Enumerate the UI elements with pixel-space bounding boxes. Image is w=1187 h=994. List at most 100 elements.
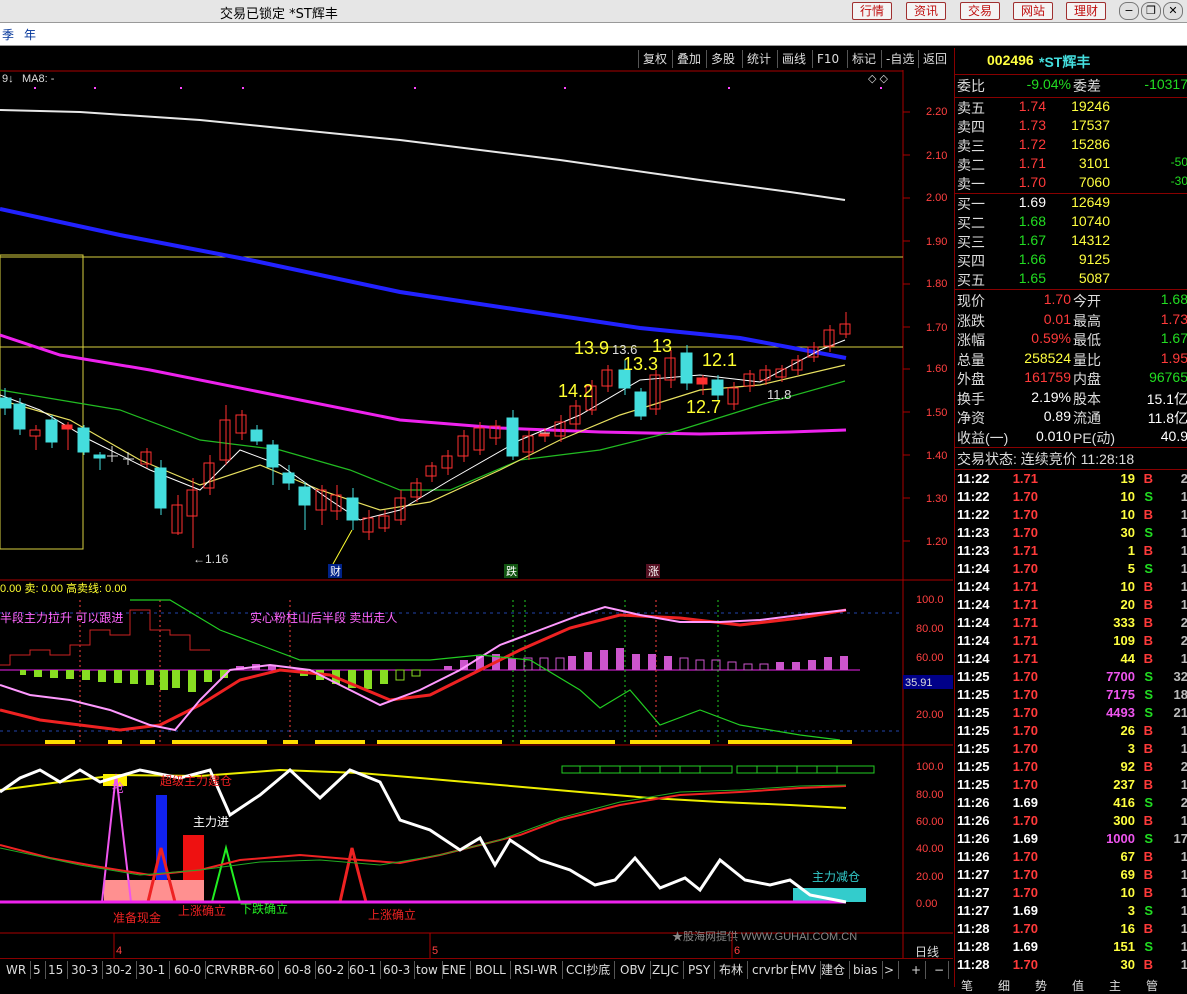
tick-row: 11:24 1.71 20 B 1 — [955, 597, 1187, 615]
trade-status: 交易状态: 连续竞价 11:28:18 — [957, 451, 1135, 467]
tick-side: S — [1144, 669, 1153, 684]
menu-season[interactable]: 季 — [2, 26, 14, 43]
ind1-text-1: 半段主力拉升 可以跟进 — [0, 610, 123, 625]
stat-value: 258524 — [1024, 349, 1071, 366]
tab-boll[interactable]: BOLL — [471, 961, 511, 979]
tab-crvrbr-60[interactable]: CRVRBR-60 — [202, 961, 280, 979]
tab-60-1[interactable]: 60-1 — [345, 961, 382, 979]
tick-volume: 16 — [1120, 921, 1135, 936]
stat-value: 1.73 — [1160, 310, 1187, 327]
panel-tab[interactable]: 势 — [1035, 977, 1047, 993]
zixun-button[interactable]: 资讯 — [906, 2, 947, 20]
event-cai: 财 — [330, 564, 341, 578]
tick-price: 1.71 — [1012, 471, 1038, 486]
tick-price: 1.71 — [1012, 579, 1038, 594]
stat-label: 涨幅 — [957, 332, 985, 348]
panel-tab[interactable]: 值 — [1072, 977, 1084, 993]
tick-price: 1.69 — [1012, 831, 1038, 846]
ask-volume: 7060 — [1078, 174, 1110, 190]
fanhui-button[interactable]: 返回 — [918, 50, 951, 68]
tab-60-8[interactable]: 60-8 — [280, 961, 317, 979]
jiaoyi-button[interactable]: 交易 — [960, 2, 1001, 20]
tick-price: 1.70 — [1012, 957, 1038, 972]
tab-zljc[interactable]: ZLJC — [648, 961, 684, 979]
bid-price: 1.66 — [1018, 251, 1046, 267]
tab-60-2[interactable]: 60-2 — [313, 961, 350, 979]
svg-text:1.20: 1.20 — [926, 536, 947, 548]
tongji-button[interactable]: 统计 — [742, 50, 775, 68]
tick-side: B — [1143, 471, 1153, 486]
menu-year[interactable]: 年 — [24, 26, 36, 43]
tick-count: 1 — [1180, 525, 1187, 540]
f10-button[interactable]: F10 — [812, 50, 843, 68]
biaoji-button[interactable]: 标记 — [847, 50, 880, 68]
bid-volume: 5087 — [1078, 270, 1110, 286]
tick-volume: 1000 — [1106, 831, 1135, 846]
hangqing-button[interactable]: 行情 — [852, 2, 893, 20]
stat-label: 今开 — [1073, 293, 1101, 309]
zixuan-button[interactable]: -自选 — [881, 50, 918, 68]
tick-count: 1 — [1180, 867, 1187, 882]
huaxian-button[interactable]: 画线 — [777, 50, 810, 68]
restore-icon[interactable]: ❐ — [1141, 2, 1161, 20]
ask-volume: 19246 — [1071, 98, 1110, 114]
tick-time: 11:22 — [957, 471, 990, 486]
wangzhan-button[interactable]: 网站 — [1013, 2, 1054, 20]
tab-emv[interactable]: EMV — [786, 961, 822, 979]
licai-button[interactable]: 理财 — [1066, 2, 1107, 20]
tick-time: 11:24 — [957, 579, 990, 594]
tab-cci[interactable]: CCI抄底 — [562, 961, 616, 979]
stock-name: *ST辉丰 — [1039, 54, 1091, 70]
tab-ene[interactable]: ENE — [438, 961, 472, 979]
panel-tab[interactable]: 细 — [998, 977, 1010, 993]
tab-60-3[interactable]: 60-3 — [379, 961, 416, 979]
bid-price: 1.67 — [1018, 232, 1046, 248]
svg-text:上涨确立: 上涨确立 — [368, 907, 416, 922]
tab-bias[interactable]: bias — [849, 961, 883, 979]
tab-scroll-right[interactable]: > — [880, 961, 900, 979]
panel-tab[interactable]: 主 — [1109, 977, 1121, 993]
tab-30-3[interactable]: 30-3 — [67, 961, 104, 979]
fuquan-button[interactable]: 复权 — [638, 50, 671, 68]
tick-count: 2 — [1180, 471, 1187, 486]
minimize-icon[interactable]: − — [1119, 2, 1139, 20]
tab-obv[interactable]: OBV — [616, 961, 651, 979]
close-icon[interactable]: ✕ — [1163, 2, 1183, 20]
zoom-in-button[interactable]: + — [907, 961, 927, 979]
tick-price: 1.71 — [1012, 597, 1038, 612]
stat-value: 1.67 — [1160, 330, 1187, 346]
ask-row: 卖四 1.73 17537 — [955, 117, 1187, 136]
zoom-out-button[interactable]: − — [930, 961, 950, 979]
tick-price: 1.71 — [1012, 633, 1038, 648]
tab-15[interactable]: 15 — [44, 961, 69, 979]
panel-tab[interactable]: 笔 — [961, 977, 973, 993]
svg-text:超级主力建仓: 超级主力建仓 — [160, 773, 232, 788]
tick-volume: 30 — [1120, 957, 1135, 972]
tick-price: 1.70 — [1012, 759, 1038, 774]
panel-tab[interactable]: 管 — [1146, 977, 1158, 993]
stat-value: 96765 — [1149, 369, 1187, 385]
stat-row: 外盘 161759 内盘 96765 — [955, 369, 1187, 388]
tab-60-0[interactable]: 60-0 — [170, 961, 207, 979]
kline-chart[interactable]: 9↓ MA8: - ◇ ◇ 2.20 2.10 2.00 1.90 1.80 1… — [0, 70, 953, 958]
stat-row: 净资 0.89 流通 11.8亿 — [955, 408, 1187, 427]
tab-30-1[interactable]: 30-1 — [134, 961, 171, 979]
tab-bulin[interactable]: 布林 — [715, 961, 749, 979]
tick-time: 11:28 — [957, 957, 990, 972]
diejia-button[interactable]: 叠加 — [672, 50, 705, 68]
tab-30-2[interactable]: 30-2 — [101, 961, 138, 979]
bid-volume: 12649 — [1071, 194, 1110, 210]
ind1-pink-line — [0, 605, 847, 732]
period-label[interactable]: 日线 — [915, 945, 939, 958]
tab-jiancang[interactable]: 建仓 — [817, 961, 851, 979]
tick-time: 11:26 — [957, 795, 990, 810]
tab-wr[interactable]: WR — [2, 961, 32, 979]
svg-text:5: 5 — [432, 945, 438, 957]
tick-volume: 3 — [1127, 903, 1135, 918]
svg-text:20.00: 20.00 — [916, 871, 944, 883]
tick-time: 11:26 — [957, 849, 990, 864]
tab-rsi-wr[interactable]: RSI-WR — [510, 961, 563, 979]
tick-time: 11:27 — [957, 885, 990, 900]
duogu-button[interactable]: 多股 — [706, 50, 739, 68]
tab-psy[interactable]: PSY — [684, 961, 716, 979]
